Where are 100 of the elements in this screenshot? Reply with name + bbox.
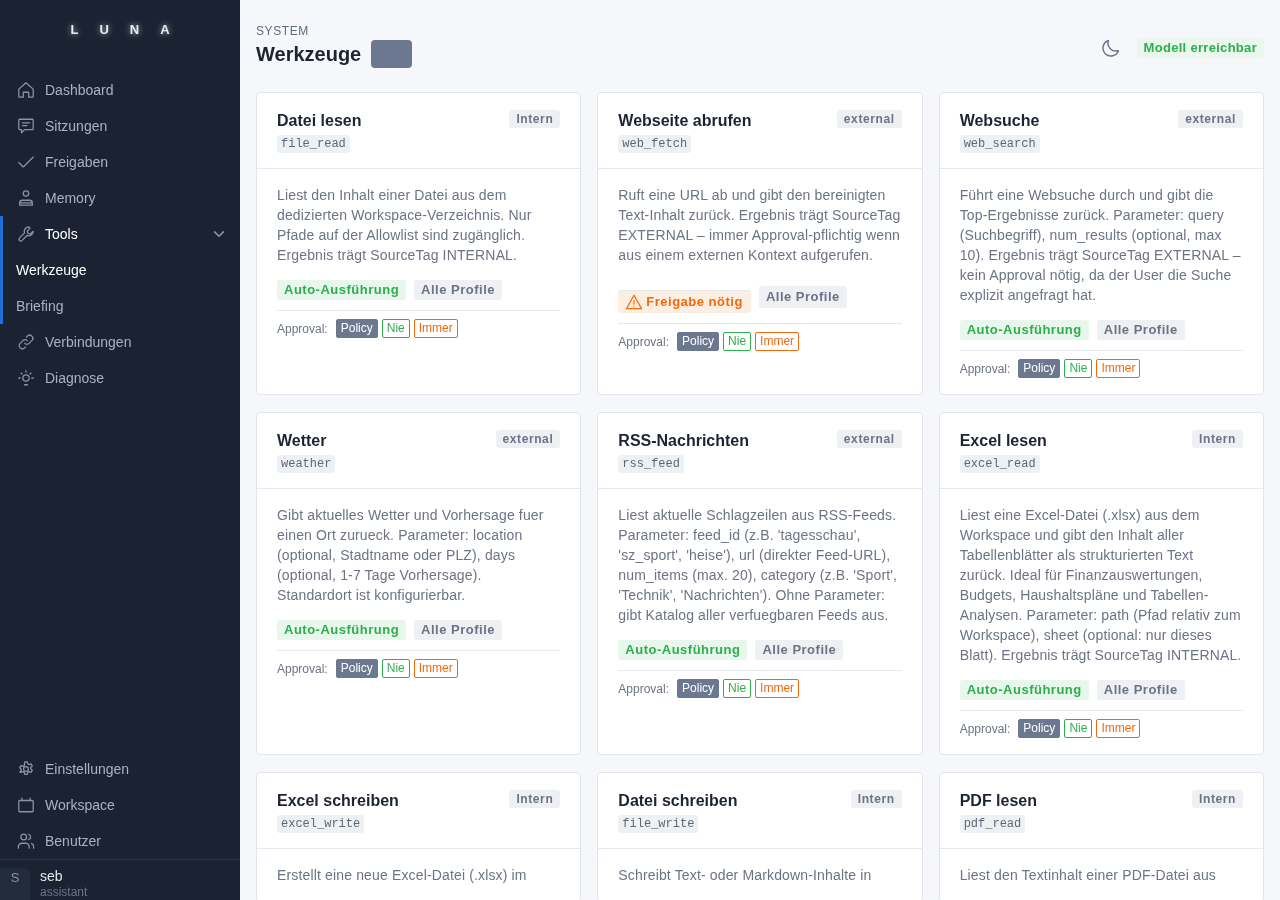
user-role: assistant: [40, 885, 88, 899]
approval-option[interactable]: Policy: [1018, 359, 1061, 378]
auto-run-badge: Auto-Ausführung: [959, 680, 1089, 700]
tool-title: Datei lesen: [277, 111, 362, 131]
approval-option[interactable]: Nie: [381, 659, 410, 678]
nav-item[interactable]: Workspace: [0, 787, 240, 823]
approval-option[interactable]: Nie: [1064, 359, 1093, 378]
profile-badge: Alle Profile: [1096, 680, 1185, 700]
link-icon: [17, 333, 35, 351]
title-badge: [371, 40, 413, 68]
nav-item[interactable]: Sitzungen: [0, 108, 240, 144]
approval-option[interactable]: Nie: [723, 679, 752, 698]
scope-tag: Intern: [509, 110, 561, 128]
approval-option[interactable]: Policy: [677, 679, 720, 698]
nav-item[interactable]: Tools: [0, 216, 240, 252]
tool-id: excel_write: [277, 815, 365, 833]
check-icon: [17, 153, 35, 171]
moon-icon: [1101, 39, 1119, 57]
approval-option[interactable]: Immer: [755, 332, 800, 351]
auto-run-badge: Auto-Ausführung: [618, 640, 748, 660]
tool-title: PDF lesen: [959, 791, 1037, 811]
scope-tag: external: [836, 430, 902, 448]
tool-description: Liest den Textinhalt einer PDF-Datei aus: [959, 866, 1217, 885]
approval-label: Approval:: [618, 681, 670, 696]
approval-label: Approval:: [959, 361, 1011, 376]
approval-label: Approval:: [618, 334, 670, 349]
nav-item[interactable]: Benutzer: [0, 823, 240, 859]
theme-toggle-button[interactable]: [1101, 39, 1119, 57]
approval-option[interactable]: Policy: [335, 319, 378, 338]
scope-tag: Intern: [850, 790, 902, 808]
person-icon: [17, 189, 35, 207]
nav-item[interactable]: Verbindungen: [0, 324, 240, 360]
nav-item[interactable]: Einstellungen: [0, 751, 240, 787]
user-avatar: S: [0, 868, 30, 900]
bulb-icon: [17, 369, 35, 387]
scope-tag: Intern: [1192, 790, 1243, 808]
auto-run-badge: Auto-Ausführung: [959, 320, 1089, 340]
page-eyebrow: SYSTEM: [256, 24, 310, 38]
tool-description: Ruft eine URL ab und gibt den bereinigten Text-Inhalt zurück. Ergebnis trägt SourceTag EXTERNAL – immer Approval-pflichtig wenn aus einem externen Kontext aufgerufen.: [618, 186, 902, 265]
approval-option[interactable]: Policy: [335, 659, 378, 678]
tool-description: Liest aktuelle Schlagzeilen aus RSS-Feeds. Parameter: feed_id (z.B. 'tagesschau', 'sz_sport', 'heise'), url (direkter Feed-URL), num_items (max. 20), category (z.B. 'Sport', 'Technik', 'Nachrichten'). Ohne Parameter: gibt Katalog aller verfuegbaren Feeds aus.: [618, 506, 899, 625]
approval-option[interactable]: Immer: [1096, 359, 1141, 378]
profile-badge: Alle Profile: [1096, 320, 1185, 340]
auto-run-badge: Auto-Ausführung: [277, 280, 407, 300]
user-name: seb: [40, 867, 64, 885]
nav-subitem[interactable]: Werkzeuge: [0, 252, 240, 288]
scope-tag: external: [1178, 110, 1243, 128]
approval-option[interactable]: Immer: [1096, 719, 1141, 738]
scope-tag: external: [836, 110, 902, 128]
tool-id: rss_feed: [618, 455, 684, 473]
tool-id: file_write: [618, 815, 699, 833]
tool-description: Führt eine Websuche durch und gibt die Top-Ergebnisse zurück. Parameter: query (Suchbegriff), num_results (optional, max 10). Ergebnis trägt SourceTag EXTERNAL – kein Approval nötig, da der User die Suche explizit angefragt hat.: [959, 186, 1242, 305]
approval-label: Approval:: [277, 661, 328, 676]
approval-option[interactable]: Immer: [413, 319, 458, 338]
gear-icon: [17, 760, 35, 778]
scope-tag: external: [495, 430, 561, 448]
wrench-icon: [17, 225, 35, 243]
calendar-icon: [17, 796, 35, 814]
scope-tag: Intern: [509, 790, 561, 808]
nav-subitem[interactable]: Briefing: [0, 288, 240, 324]
approval-option[interactable]: Nie: [381, 319, 410, 338]
approval-label: Approval:: [277, 321, 328, 336]
users-icon: [17, 832, 35, 850]
tool-id: file_read: [277, 135, 350, 153]
nav-item[interactable]: Diagnose: [0, 360, 240, 396]
approval-option[interactable]: Immer: [413, 659, 458, 678]
tool-id: excel_read: [959, 455, 1040, 473]
nav-item[interactable]: Dashboard: [0, 72, 240, 108]
page-title: Werkzeuge: [256, 42, 362, 67]
tool-title: Excel schreiben: [277, 791, 399, 811]
nav-item[interactable]: Freigaben: [0, 144, 240, 180]
tool-title: RSS-Nachrichten: [618, 431, 750, 451]
profile-badge: Alle Profile: [414, 280, 502, 300]
tool-description: Liest eine Excel-Datei (.xlsx) aus dem Workspace und gibt den Inhalt aller Tabellenblätter als strukturierten Text zurück. Ideal für Finanzauswertungen, Budgets, Haushaltspläne und Tabellen-Analysen. Parameter: path (Pfad relativ zum Workspace), sheet (optional: nur dieses Blatt). Ergebnis trägt SourceTag INTERNAL.: [959, 506, 1243, 665]
auto-run-badge: Auto-Ausführung: [277, 620, 407, 640]
tool-title: Datei schreiben: [618, 791, 738, 811]
tool-description: Gibt aktuelles Wetter und Vorhersage fuer einen Ort zurueck. Parameter: location (optional, Stadtname oder PLZ), days (optional, 1-7 Tage Vorhersage). Standardort ist konfigurierbar.: [277, 506, 545, 605]
tool-id: web_search: [959, 135, 1040, 153]
approval-option[interactable]: Nie: [723, 332, 752, 351]
tool-description: Erstellt eine neue Excel-Datei (.xlsx) im: [277, 866, 528, 885]
tool-title: Websuche: [959, 111, 1040, 131]
tool-id: pdf_read: [959, 815, 1026, 833]
approval-option[interactable]: Nie: [1064, 719, 1093, 738]
nav-item[interactable]: Memory: [0, 180, 240, 216]
approval-label: Approval:: [959, 721, 1011, 736]
tool-id: web_fetch: [618, 135, 692, 153]
tool-title: Excel lesen: [959, 431, 1047, 451]
profile-badge: Alle Profile: [414, 620, 502, 640]
approval-option[interactable]: Immer: [755, 679, 800, 698]
profile-badge: Alle Profile: [758, 285, 847, 308]
scope-tag: Intern: [1192, 430, 1243, 448]
approval-option[interactable]: Policy: [677, 332, 720, 351]
approval-option[interactable]: Policy: [1018, 719, 1061, 738]
tool-id: weather: [277, 455, 336, 473]
tool-description: Liest den Inhalt einer Datei aus dem dedizierten Workspace-Verzeichnis. Nur Pfade auf der Allowlist sind zugänglich. Ergebnis trägt SourceTag INTERNAL.: [277, 186, 533, 265]
model-status-badge: Modell erreichbar: [1136, 38, 1264, 58]
warning-icon: [626, 294, 643, 310]
badge-label: Freigabe nötig: [646, 294, 743, 310]
profile-badge: Alle Profile: [755, 640, 844, 660]
chat-icon: [17, 117, 35, 135]
